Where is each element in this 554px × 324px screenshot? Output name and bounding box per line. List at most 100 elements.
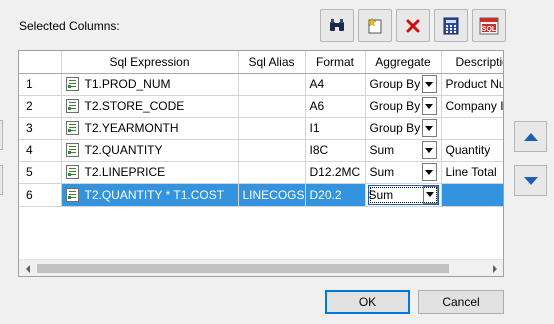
aggregate-cell[interactable]: Group By xyxy=(365,117,442,140)
delete-button[interactable] xyxy=(396,9,430,42)
aggregate-dropdown[interactable]: Sum xyxy=(367,184,439,205)
row-number[interactable]: 4 xyxy=(19,139,62,162)
description-cell[interactable]: Line Total xyxy=(441,161,503,184)
aggregate-value: Sum xyxy=(368,187,394,202)
aggregate-dropdown[interactable]: Sum xyxy=(370,140,437,160)
row-number[interactable]: 5 xyxy=(19,161,62,184)
header-sql-expression[interactable]: Sql Expression xyxy=(61,51,239,74)
row-number[interactable]: 1 xyxy=(19,73,62,96)
selected-columns-label: Selected Columns: xyxy=(19,19,120,33)
description-cell[interactable]: Quantity xyxy=(441,139,503,162)
sql-alias-cell[interactable] xyxy=(238,139,306,162)
sql-alias-cell[interactable] xyxy=(238,117,306,140)
calculator-button[interactable] xyxy=(434,9,468,42)
find-icon xyxy=(330,18,344,31)
aggregate-dropdown[interactable]: Group By xyxy=(370,74,437,94)
sql-expression-cell[interactable]: T2.LINEPRICE xyxy=(61,161,239,184)
chevron-down-icon[interactable] xyxy=(421,75,437,93)
new-expression-button[interactable] xyxy=(358,9,392,42)
description-cell[interactable]: Company ID xyxy=(441,95,503,118)
sql-alias-cell[interactable] xyxy=(238,161,306,184)
header-sql-alias[interactable]: Sql Alias xyxy=(238,51,306,74)
delete-icon xyxy=(406,19,420,32)
header-format[interactable]: Format xyxy=(305,51,366,74)
aggregate-cell[interactable]: Sum xyxy=(365,139,442,162)
arrow-up-icon xyxy=(523,132,538,141)
row-number[interactable]: 6 xyxy=(19,183,62,207)
scroll-thumb[interactable] xyxy=(37,264,449,273)
move-down-button[interactable] xyxy=(514,165,547,196)
description-cell[interactable]: Product Number xyxy=(441,73,503,96)
format-cell[interactable]: D12.2MC xyxy=(305,161,366,184)
horizontal-scrollbar[interactable] xyxy=(19,259,503,276)
table-row[interactable]: 2 T2.STORE_CODE A6Group By Company ID xyxy=(19,95,503,118)
scroll-left-arrow-icon[interactable] xyxy=(19,260,36,276)
format-cell[interactable]: I1 xyxy=(305,117,366,140)
sql-expression-text: T1.PROD_NUM xyxy=(84,77,171,91)
expression-icon xyxy=(65,99,79,113)
sql-alias-cell[interactable] xyxy=(238,73,306,96)
ok-button[interactable]: OK xyxy=(325,290,410,314)
table-row[interactable]: 5 T2.LINEPRICE D12.2MC Sum Line Total xyxy=(19,161,503,184)
sql-alias-cell[interactable] xyxy=(238,95,306,118)
left-panel-button-top[interactable] xyxy=(0,120,3,150)
header-row: Sql Expression Sql Alias Format Aggregat… xyxy=(19,51,503,74)
format-cell[interactable]: A6 xyxy=(305,95,366,118)
aggregate-value: Sum xyxy=(369,143,395,157)
aggregate-dropdown[interactable]: Group By xyxy=(370,118,437,138)
aggregate-cell[interactable]: Sum xyxy=(365,183,442,207)
aggregate-dropdown[interactable]: Group By xyxy=(370,96,437,116)
new-expression-icon xyxy=(367,16,382,33)
table-row[interactable]: 4 T2.QUANTITY I8C Sum Quantity xyxy=(19,139,503,162)
selected-columns-grid[interactable]: Sql Expression Sql Alias Format Aggregat… xyxy=(18,50,504,277)
header-aggregate[interactable]: Aggregate xyxy=(365,51,442,74)
svg-text:SQL: SQL xyxy=(482,26,497,33)
aggregate-cell[interactable]: Group By xyxy=(365,73,442,96)
sql-expression-cell[interactable]: T2.QUANTITY xyxy=(61,139,239,162)
table-row[interactable]: 3 T2.YEARMONTH I1 Group By xyxy=(19,117,503,140)
table-row[interactable]: 1 T1.PROD_NUM A4Group By Product Number xyxy=(19,73,503,96)
chevron-down-icon[interactable] xyxy=(421,141,437,159)
cancel-button[interactable]: Cancel xyxy=(418,290,504,314)
aggregate-value: Group By xyxy=(369,121,421,135)
format-cell[interactable]: I8C xyxy=(305,139,366,162)
table-row[interactable]: 6 T2.QUANTITY * T1.COST LINECOGS D20.2 Sum xyxy=(19,183,503,207)
arrow-down-icon xyxy=(523,176,538,185)
sql-button[interactable]: SQL xyxy=(472,9,506,42)
sql-expression-cell[interactable]: T2.STORE_CODE xyxy=(61,95,239,118)
sql-expression-text: T2.QUANTITY xyxy=(84,143,163,157)
chevron-down-icon[interactable] xyxy=(421,97,437,115)
expression-icon xyxy=(65,121,79,135)
aggregate-cell[interactable]: Group By xyxy=(365,95,442,118)
sql-expression-cell[interactable]: T1.PROD_NUM xyxy=(61,73,239,96)
chevron-down-icon[interactable] xyxy=(421,119,437,137)
row-number[interactable]: 2 xyxy=(19,95,62,118)
aggregate-value: Group By xyxy=(369,99,421,113)
format-cell[interactable]: A4 xyxy=(305,73,366,96)
aggregate-dropdown[interactable]: Sum xyxy=(370,162,437,182)
description-cell[interactable] xyxy=(441,117,503,140)
find-button[interactable] xyxy=(320,9,354,42)
chevron-down-icon[interactable] xyxy=(421,163,437,181)
sql-alias-cell[interactable]: LINECOGS xyxy=(238,183,306,207)
calculator-icon xyxy=(443,17,459,34)
sql-expression-text: T2.STORE_CODE xyxy=(84,99,185,113)
description-cell[interactable] xyxy=(441,183,503,207)
aggregate-value: Sum xyxy=(369,165,395,179)
sql-expression-cell[interactable]: T2.QUANTITY * T1.COST xyxy=(61,183,239,207)
sql-expression-text: T2.QUANTITY * T1.COST xyxy=(84,187,225,202)
empty-row xyxy=(19,206,503,228)
expression-icon xyxy=(65,143,79,157)
sql-expression-cell[interactable]: T2.YEARMONTH xyxy=(61,117,239,140)
left-panel-button-bottom[interactable] xyxy=(0,165,3,195)
move-up-button[interactable] xyxy=(514,121,547,152)
sql-icon: SQL xyxy=(479,17,499,34)
chevron-down-icon[interactable] xyxy=(422,185,438,204)
row-number[interactable]: 3 xyxy=(19,117,62,140)
format-cell[interactable]: D20.2 xyxy=(305,183,366,207)
aggregate-cell[interactable]: Sum xyxy=(365,161,442,184)
header-rownum xyxy=(19,51,62,74)
scroll-right-arrow-icon[interactable] xyxy=(486,260,503,276)
aggregate-value: Group By xyxy=(369,77,421,91)
header-description[interactable]: Description xyxy=(441,51,503,74)
